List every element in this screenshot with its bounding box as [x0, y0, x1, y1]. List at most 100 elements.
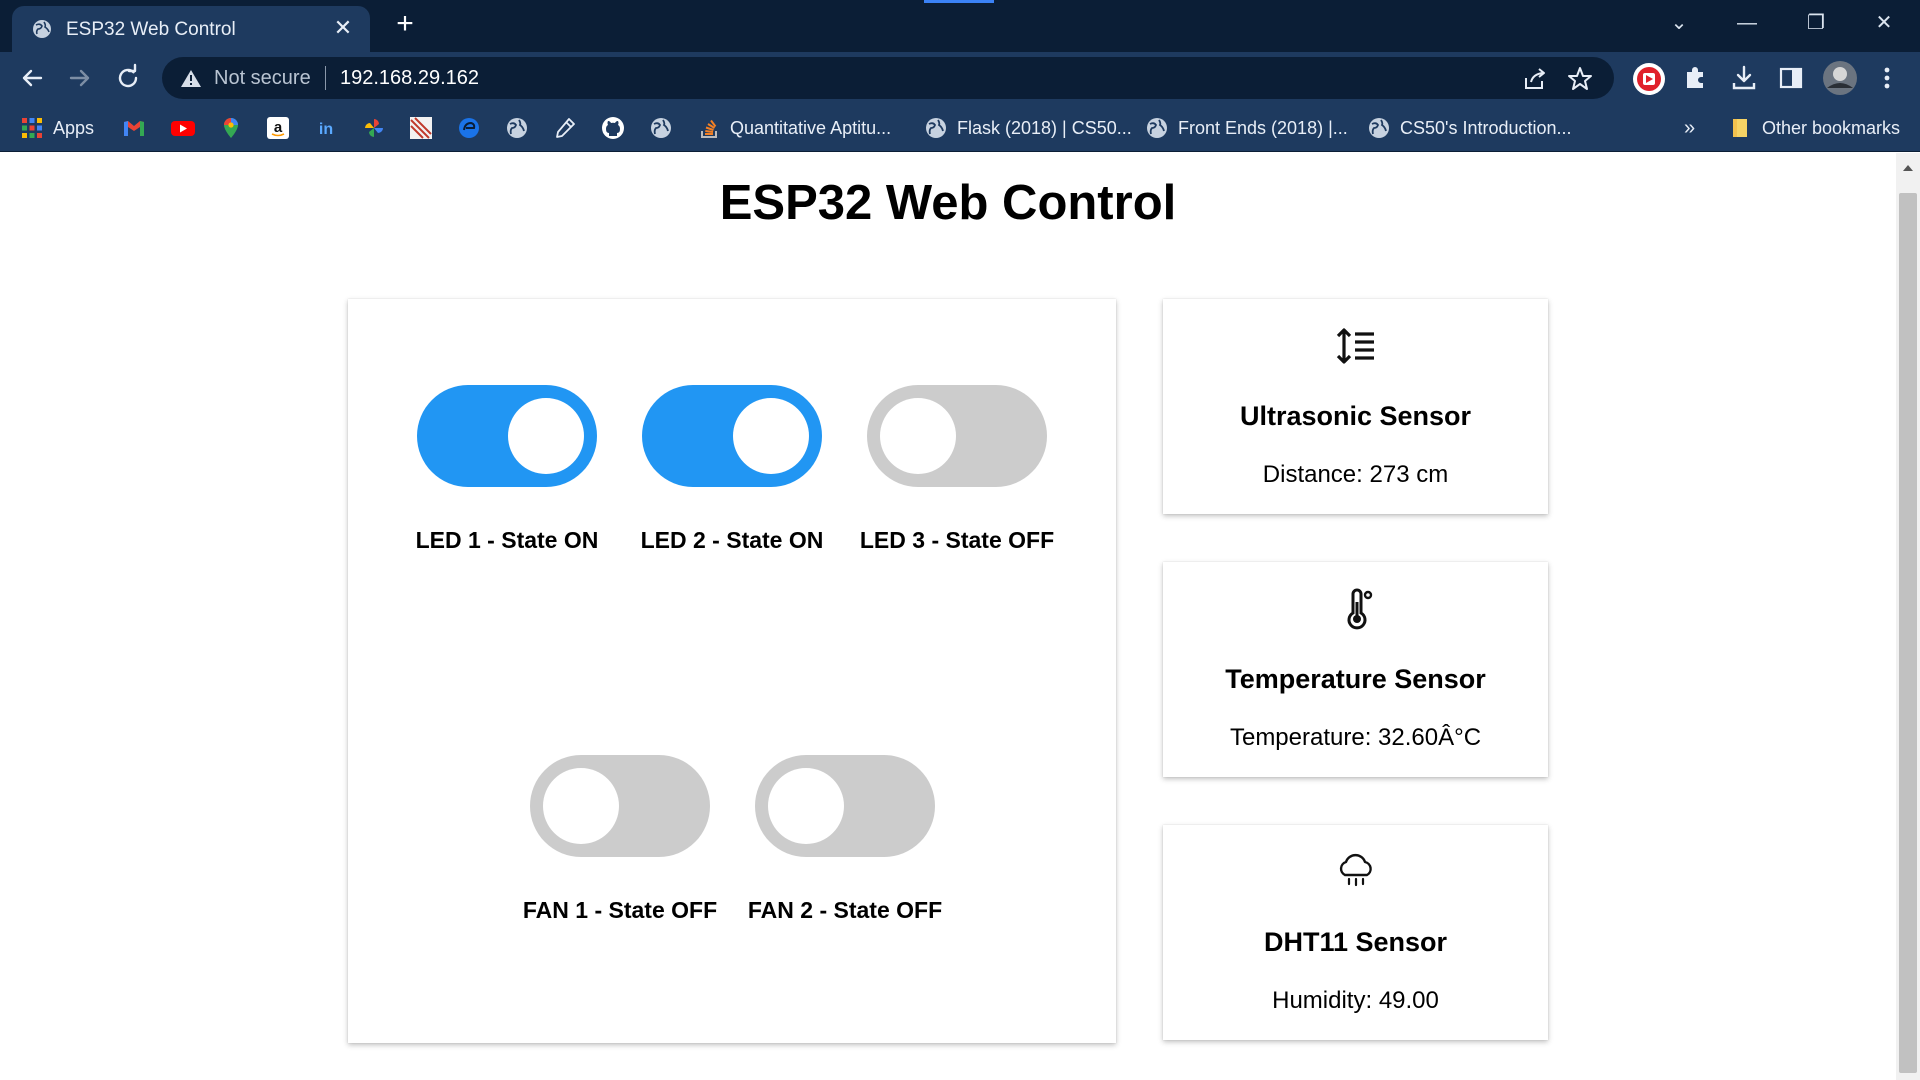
bookmark-apps[interactable]: Apps [20, 114, 94, 142]
toggle-knob [880, 398, 956, 474]
led-3-toggle[interactable] [867, 385, 1047, 487]
folder-icon [1733, 119, 1747, 137]
tab-search-indicator [924, 0, 994, 3]
download-icon[interactable] [1729, 63, 1759, 93]
bookmarks-bar: Apps a in Quantitative Aptitu... Flask (… [0, 104, 1920, 152]
bookmark-label: Flask (2018) | CS50... [957, 117, 1132, 138]
globe-bookmark-icon[interactable] [649, 114, 673, 142]
temperature-sensor-card: Temperature Sensor Temperature: 32.60Â°C [1163, 562, 1548, 777]
fan-2-toggle[interactable] [755, 755, 935, 857]
led-3-label: LED 3 - State OFF [859, 527, 1055, 553]
address-separator [325, 66, 326, 90]
fan-2-label: FAN 2 - State OFF [747, 897, 943, 923]
vertical-scrollbar[interactable] [1896, 153, 1920, 1080]
side-panel-icon[interactable] [1776, 63, 1806, 93]
cloud-rain-icon [1339, 853, 1372, 887]
globe-icon [33, 20, 51, 38]
linkedin-icon[interactable]: in [314, 114, 338, 142]
restore-button[interactable]: ❐ [1796, 8, 1836, 38]
other-bookmarks[interactable]: Other bookmarks [1729, 114, 1900, 142]
forward-arrow-icon[interactable] [64, 62, 96, 94]
stripes-site-icon[interactable] [409, 114, 433, 142]
switch-item-led-3: LED 3 - State OFF [852, 385, 1062, 554]
bookmark-star-icon[interactable] [1567, 66, 1593, 92]
globe-bookmark-icon[interactable] [505, 114, 529, 142]
switch-item-fan-1: FAN 1 - State OFF [515, 755, 725, 924]
sensor-title: Ultrasonic Sensor [1239, 401, 1472, 431]
sensor-value: Distance: 273 cm [1262, 461, 1449, 488]
bookmark-label: Front Ends (2018) |... [1178, 117, 1348, 138]
switch-item-led-1: LED 1 - State ON [402, 385, 612, 554]
page-title: ESP32 Web Control [719, 176, 1177, 230]
led-2-toggle[interactable] [642, 385, 822, 487]
browser-toolbar: Not secure 192.168.29.162 [0, 52, 1920, 104]
github-icon[interactable] [601, 114, 625, 142]
bookmark-flask-cs50[interactable]: Flask (2018) | CS50... [924, 114, 1132, 142]
pen-icon[interactable] [553, 114, 577, 142]
ultrasonic-sensor-card: Ultrasonic Sensor Distance: 273 cm [1163, 299, 1548, 514]
line-spacing-icon [1336, 328, 1374, 364]
youtube-icon[interactable] [170, 114, 196, 142]
globe-icon [1147, 118, 1167, 138]
led-1-toggle[interactable] [417, 385, 597, 487]
led-1-label: LED 1 - State ON [415, 527, 599, 553]
google-maps-icon[interactable] [219, 114, 243, 142]
close-window-button[interactable]: ✕ [1864, 8, 1904, 38]
profile-avatar-icon[interactable] [1822, 60, 1858, 96]
bookmark-label: Quantitative Aptitu... [730, 117, 892, 138]
toggle-knob [508, 398, 584, 474]
globe-icon [1369, 118, 1389, 138]
minimize-button[interactable]: — [1727, 8, 1767, 38]
extension-recorder-icon[interactable] [1632, 62, 1666, 96]
edge-blue-icon[interactable] [457, 114, 481, 142]
warning-triangle-icon[interactable] [180, 68, 202, 88]
fan-1-label: FAN 1 - State OFF [522, 897, 718, 923]
tab-close-icon[interactable]: ✕ [330, 15, 356, 41]
tab-search-chevron-icon[interactable]: ⌄ [1659, 8, 1699, 38]
scrollbar-thumb[interactable] [1899, 193, 1917, 1073]
stack-overflow-icon [701, 119, 717, 138]
tab-title: ESP32 Web Control [66, 19, 236, 40]
gmail-icon[interactable] [122, 114, 146, 142]
bookmark-cs50-introduction[interactable]: CS50's Introduction... [1367, 114, 1572, 142]
fan-1-toggle[interactable] [530, 755, 710, 857]
switch-item-fan-2: FAN 2 - State OFF [740, 755, 950, 924]
extensions-puzzle-icon[interactable] [1681, 63, 1711, 93]
scroll-up-arrow-icon[interactable] [1896, 161, 1920, 175]
active-tab[interactable]: ESP32 Web Control ✕ [12, 6, 370, 52]
sensor-value: Humidity: 49.00 [1272, 987, 1439, 1014]
page-viewport: ESP32 Web Control LED 1 - State ON LED 2… [0, 153, 1896, 1080]
other-bookmarks-label: Other bookmarks [1762, 117, 1901, 138]
reload-icon[interactable] [112, 62, 144, 94]
url-text[interactable]: 192.168.29.162 [340, 67, 479, 90]
apps-label: Apps [53, 117, 95, 138]
globe-icon [926, 118, 946, 138]
thermometer-icon [1347, 588, 1373, 630]
browser-menu-icon[interactable] [1872, 63, 1902, 93]
switch-item-led-2: LED 2 - State ON [627, 385, 837, 554]
address-bar[interactable]: Not secure 192.168.29.162 [162, 57, 1614, 99]
sensor-title: DHT11 Sensor [1263, 927, 1448, 957]
back-arrow-icon[interactable] [16, 62, 48, 94]
toggle-knob [768, 768, 844, 844]
toggle-knob [733, 398, 809, 474]
amazon-icon[interactable]: a [266, 114, 290, 142]
bookmark-quantitative-aptitude[interactable]: Quantitative Aptitu... [697, 114, 891, 142]
not-secure-label[interactable]: Not secure [214, 67, 311, 90]
dht11-sensor-card: DHT11 Sensor Humidity: 49.00 [1163, 825, 1548, 1040]
photos-pinwheel-icon[interactable] [362, 114, 386, 142]
led-2-label: LED 2 - State ON [640, 527, 824, 553]
apps-grid-icon [22, 118, 42, 138]
new-tab-button[interactable]: + [390, 9, 420, 40]
toggle-knob [543, 768, 619, 844]
tab-strip: ESP32 Web Control ✕ + ⌄ — ❐ ✕ [0, 0, 1920, 52]
switch-controls-card: LED 1 - State ON LED 2 - State ON LED 3 … [348, 299, 1116, 1043]
bookmark-front-ends[interactable]: Front Ends (2018) |... [1145, 114, 1348, 142]
bookmark-label: CS50's Introduction... [1400, 117, 1572, 138]
share-icon[interactable] [1522, 66, 1548, 92]
svg-text:a: a [274, 119, 283, 136]
bookmarks-overflow-chevron-icon[interactable]: » [1684, 114, 1695, 142]
svg-text:in: in [319, 121, 333, 138]
sensor-value: Temperature: 32.60Â°C [1229, 724, 1482, 751]
sensor-title: Temperature Sensor [1225, 664, 1486, 694]
